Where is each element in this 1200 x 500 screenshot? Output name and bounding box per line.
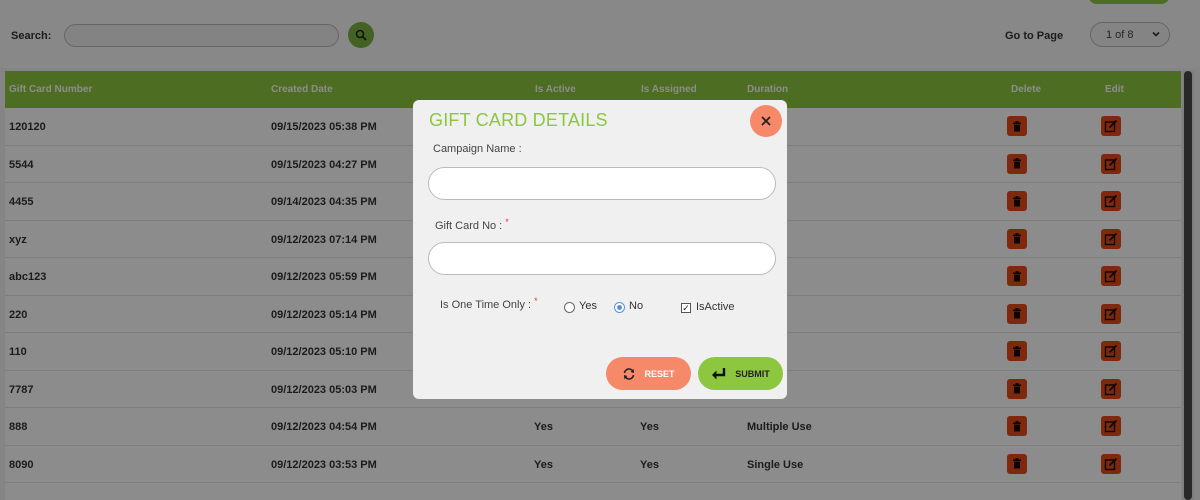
gift-card-no-label-text: Gift Card No : bbox=[435, 220, 503, 232]
gift-card-no-label: Gift Card No : * bbox=[435, 217, 509, 232]
reset-button[interactable]: RESET bbox=[606, 357, 691, 390]
one-time-only-label-text: Is One Time Only : bbox=[440, 299, 532, 311]
close-button[interactable] bbox=[750, 105, 782, 137]
isactive-label: IsActive bbox=[696, 301, 735, 313]
gift-card-no-input[interactable] bbox=[428, 242, 776, 275]
radio-no-label: No bbox=[629, 300, 644, 312]
enter-arrow-icon bbox=[712, 367, 726, 379]
submit-button[interactable]: SUBMIT bbox=[698, 357, 783, 390]
reset-button-label: RESET bbox=[644, 368, 675, 379]
radio-yes[interactable] bbox=[564, 302, 575, 313]
submit-button-label: SUBMIT bbox=[735, 368, 770, 379]
required-marker: * bbox=[505, 217, 509, 227]
isactive-checkbox[interactable]: ✓ bbox=[681, 303, 691, 313]
required-marker: * bbox=[534, 296, 538, 306]
refresh-icon bbox=[624, 367, 635, 380]
dialog-title: GIFT CARD DETAILS bbox=[429, 110, 608, 130]
campaign-name-input[interactable] bbox=[428, 167, 776, 200]
radio-no[interactable] bbox=[614, 302, 625, 313]
campaign-name-label: Campaign Name : bbox=[433, 143, 522, 155]
radio-yes-label: Yes bbox=[579, 300, 597, 312]
one-time-only-label: Is One Time Only : * bbox=[440, 296, 538, 311]
gift-card-details-dialog: GIFT CARD DETAILS Campaign Name : Gift C… bbox=[413, 100, 787, 399]
close-icon bbox=[761, 116, 771, 126]
